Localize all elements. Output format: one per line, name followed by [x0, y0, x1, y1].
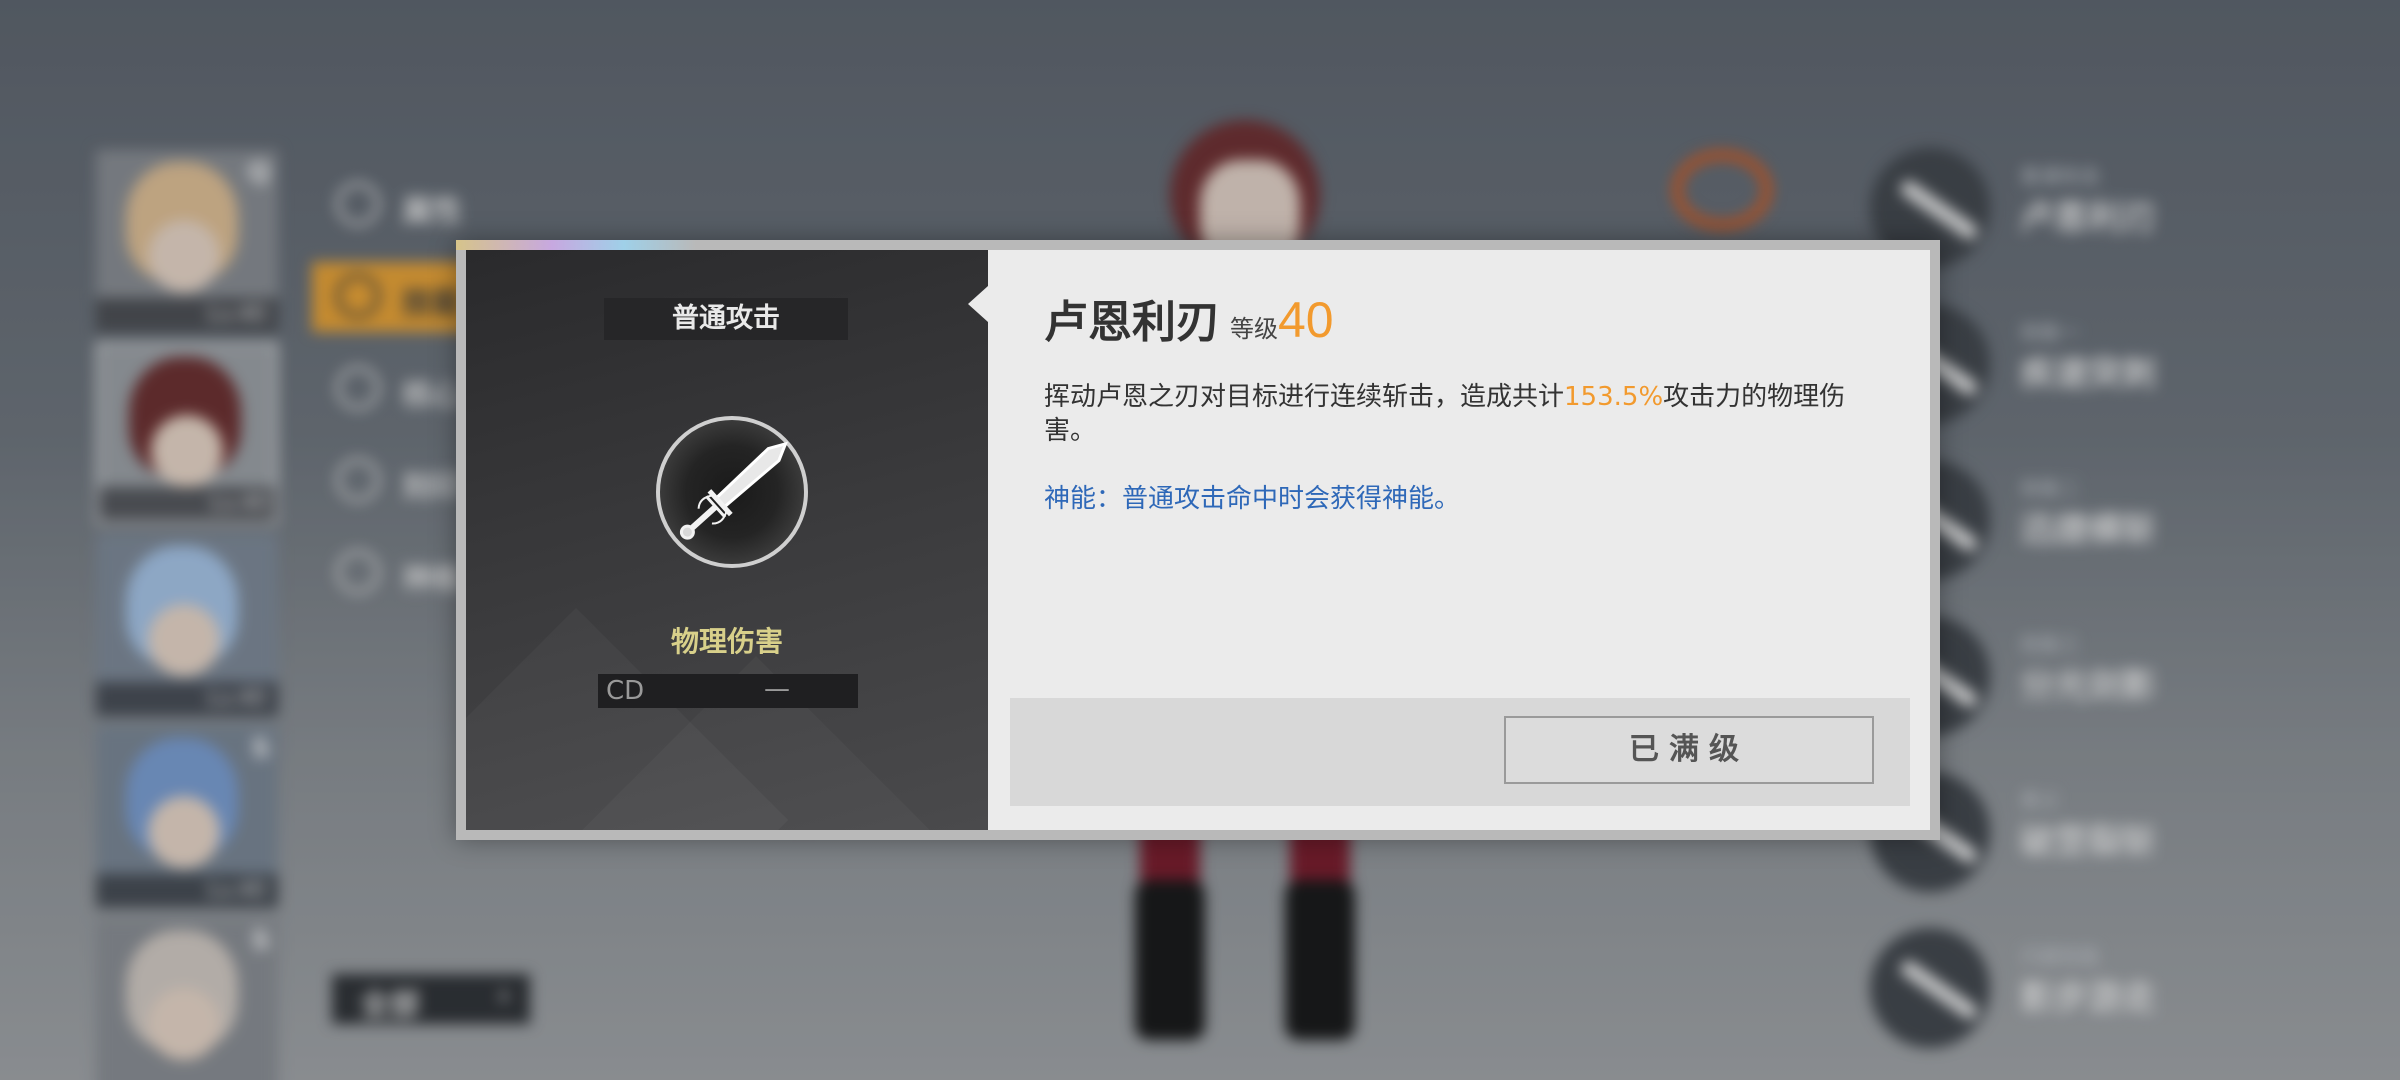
cooldown-label: CD [606, 676, 645, 706]
damage-type-label: 物理伤害 [670, 625, 783, 658]
dialog-glow-accent [456, 240, 696, 250]
skill-description-panel: 卢恩利刃 等级40 挥动卢恩之刃对目标进行连续斩击，造成共计153.5%攻击力的物… [968, 250, 1930, 830]
skill-level-value: 40 [1278, 292, 1334, 348]
damage-multiplier: 153.5% [1564, 382, 1664, 412]
skill-summary-panel: 普通攻击 物理伤害 CD — [466, 250, 988, 830]
game-screen: Q Lv.40 Lv.40 Lv.40 S Lv.40 S 属性 技能 核心 刻… [0, 0, 2400, 1080]
skill-level-label: 等级 [1230, 315, 1278, 343]
divinity-passive-text: 神能：普通攻击命中时会获得神能。 [1044, 484, 1461, 514]
skill-title: 卢恩利刃 等级40 [1044, 286, 1334, 350]
sword-skill-icon [656, 416, 808, 568]
cooldown-value: — [764, 674, 790, 704]
max-level-button[interactable]: 已满级 [1504, 716, 1874, 784]
skill-detail-dialog: 普通攻击 物理伤害 CD — 卢恩利刃 等级40 挥动卢恩之刃对目标进行连续斩击… [456, 240, 1940, 840]
panel-pointer-arrow [968, 286, 988, 322]
skill-description: 挥动卢恩之刃对目标进行连续斩击，造成共计153.5%攻击力的物理伤害。 [1044, 382, 1846, 446]
skill-type-tag: 普通攻击 [604, 298, 848, 340]
dialog-footer: 已满级 [1010, 698, 1910, 806]
cooldown-bar: CD — [598, 674, 858, 708]
sword-icon [679, 441, 788, 540]
skill-name: 卢恩利刃 [1044, 297, 1220, 348]
